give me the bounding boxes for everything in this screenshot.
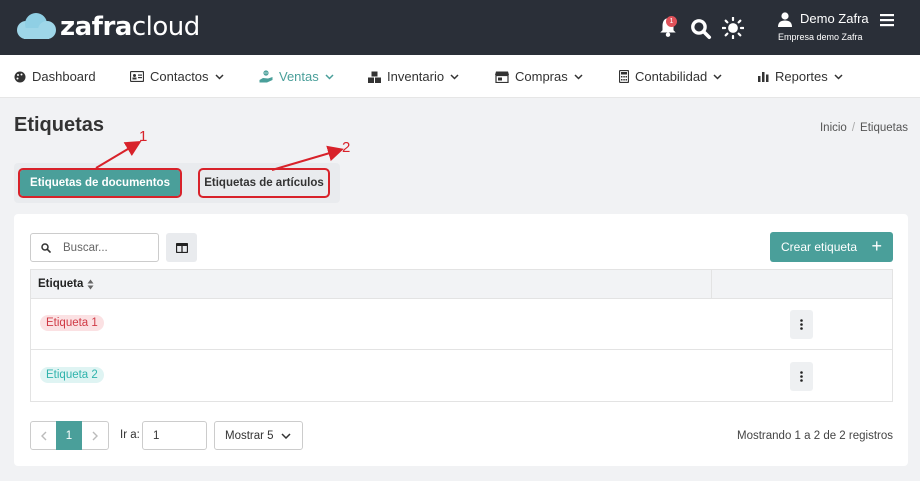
plus-icon: + bbox=[871, 236, 882, 256]
goto-page-label: Ir a: bbox=[120, 429, 140, 441]
next-page-button[interactable] bbox=[82, 422, 108, 449]
sort-icon[interactable] bbox=[87, 279, 94, 290]
annotation-number-2: 2 bbox=[342, 139, 351, 156]
annotation-arrow-2 bbox=[271, 145, 344, 171]
chevron-left-icon bbox=[40, 431, 46, 440]
search-box[interactable] bbox=[30, 233, 159, 262]
search-input[interactable] bbox=[63, 241, 143, 254]
table-row: Etiqueta 1 bbox=[31, 299, 892, 350]
tags-table: Etiqueta Etiqueta 1 Etiqueta 2 bbox=[30, 269, 893, 402]
search-icon bbox=[41, 242, 51, 253]
current-page-button[interactable]: 1 bbox=[56, 421, 82, 450]
columns-toggle-button[interactable] bbox=[166, 233, 197, 262]
pagination: 1 bbox=[30, 421, 109, 450]
tag-badge: Etiqueta 2 bbox=[40, 367, 104, 383]
create-tag-label: Crear etiqueta bbox=[781, 240, 858, 254]
chevron-down-icon bbox=[281, 433, 291, 439]
prev-page-button[interactable] bbox=[31, 422, 56, 449]
annotation-number-1: 1 bbox=[139, 128, 148, 145]
more-vertical-icon bbox=[800, 319, 803, 330]
table-row: Etiqueta 2 bbox=[31, 351, 892, 402]
column-header-etiqueta[interactable]: Etiqueta bbox=[38, 278, 83, 290]
result-summary: Mostrando 1 a 2 de 2 registros bbox=[737, 430, 893, 442]
page-size-select[interactable]: Mostrar 5 bbox=[214, 421, 303, 450]
table-columns-icon bbox=[175, 242, 188, 253]
column-divider bbox=[711, 270, 712, 299]
more-vertical-icon bbox=[800, 371, 803, 382]
annotation-arrow-1 bbox=[95, 140, 142, 169]
tag-badge: Etiqueta 1 bbox=[40, 315, 104, 331]
table-header: Etiqueta bbox=[31, 270, 892, 299]
row-actions-button[interactable] bbox=[790, 310, 813, 339]
page-size-label: Mostrar 5 bbox=[225, 429, 274, 442]
goto-page-input[interactable] bbox=[142, 421, 207, 450]
create-tag-button[interactable]: Crear etiqueta + bbox=[770, 232, 893, 262]
chevron-right-icon bbox=[92, 431, 98, 440]
row-actions-button[interactable] bbox=[790, 362, 813, 391]
